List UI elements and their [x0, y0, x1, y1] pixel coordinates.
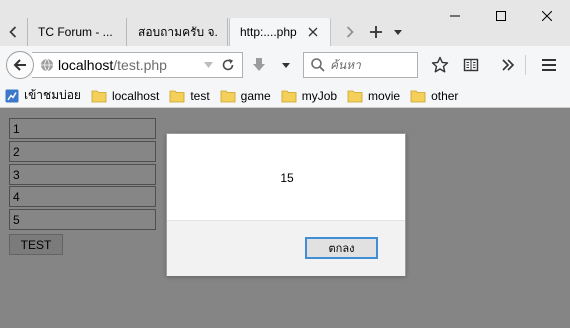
test-button[interactable]: TEST	[9, 234, 63, 255]
folder-icon	[91, 90, 107, 102]
globe-icon	[41, 58, 53, 72]
tab-label: สอบถามครับ จ...	[138, 24, 217, 39]
plus-icon	[370, 26, 382, 38]
ok-button[interactable]: ตกลง	[305, 237, 378, 259]
number-input-3[interactable]	[9, 164, 156, 185]
url-host: localhost	[58, 57, 114, 73]
close-icon	[542, 10, 552, 21]
chevron-right-icon	[346, 26, 354, 38]
hamburger-icon	[542, 59, 556, 71]
open-menu-button[interactable]	[539, 55, 559, 75]
reload-icon	[222, 59, 234, 71]
downloads-menu-button[interactable]	[279, 55, 293, 75]
download-icon	[253, 58, 265, 71]
tab-question[interactable]: สอบถามครับ จ...	[128, 18, 228, 46]
maximize-window-button[interactable]	[478, 0, 524, 31]
folder-icon	[281, 90, 297, 102]
chevron-left-icon	[9, 26, 17, 38]
bookmark-folder-other[interactable]: other	[410, 86, 458, 106]
tab-label: http:....php	[240, 25, 297, 39]
bookmark-label: movie	[368, 88, 401, 103]
downloads-button[interactable]	[248, 55, 270, 75]
bookmark-folder-myjob[interactable]: myJob	[281, 86, 337, 106]
search-icon	[311, 58, 325, 72]
number-input-5[interactable]	[9, 209, 156, 230]
double-chevron-right-icon	[502, 59, 515, 71]
number-input-2[interactable]	[9, 141, 156, 162]
alert-footer: ตกลง	[167, 220, 405, 276]
url-path: /test.php	[113, 57, 167, 73]
bookmarks-library-button[interactable]	[461, 55, 481, 75]
url-bar[interactable]: localhost/test.php	[32, 52, 243, 78]
alert-dialog: 15 ตกลง	[166, 133, 406, 276]
library-icon	[463, 58, 479, 72]
url-text[interactable]: localhost/test.php	[58, 57, 201, 73]
back-button[interactable]	[6, 51, 34, 79]
most-visited-icon	[5, 89, 19, 102]
star-icon	[431, 56, 449, 73]
bookmark-label: other	[431, 88, 459, 103]
bookmark-folder-test[interactable]: test	[169, 86, 210, 106]
number-input-4[interactable]	[9, 186, 156, 207]
bookmarks-toolbar: เข้าชมบ่อย localhost test game myJob mov…	[0, 84, 570, 108]
bookmark-label: game	[240, 88, 271, 103]
reload-button[interactable]	[219, 56, 237, 74]
bookmark-folder-movie[interactable]: movie	[347, 86, 400, 106]
search-bar[interactable]	[303, 52, 418, 78]
bookmark-folder-localhost[interactable]: localhost	[91, 86, 159, 106]
tab-tc-forum[interactable]: TC Forum - ...	[27, 18, 127, 46]
tab-scroll-right-button[interactable]	[342, 22, 358, 42]
folder-icon	[220, 90, 236, 102]
toolbar-separator	[525, 55, 526, 75]
close-window-button[interactable]	[524, 0, 570, 31]
tab-scroll-left-button[interactable]	[2, 18, 24, 46]
toolbar-overflow-button[interactable]	[498, 55, 518, 75]
minimize-window-button[interactable]	[432, 0, 478, 31]
bookmark-label: myJob	[301, 88, 338, 103]
minimize-icon	[450, 15, 460, 16]
bookmark-label: test	[190, 88, 210, 103]
bookmark-label: เข้าชมบ่อย	[24, 88, 81, 102]
tab-strip: TC Forum - ... สอบถามครับ จ... http:....…	[0, 0, 570, 46]
triangle-down-icon	[282, 62, 290, 68]
folder-icon	[347, 90, 363, 102]
history-dropmarker-icon[interactable]	[201, 58, 215, 72]
tab-active[interactable]: http:....php	[229, 18, 331, 46]
bookmark-most-visited[interactable]: เข้าชมบ่อย	[5, 86, 81, 106]
navigation-toolbar: localhost/test.php	[0, 46, 570, 84]
search-input[interactable]	[330, 58, 416, 72]
maximize-icon	[496, 10, 506, 21]
folder-icon	[410, 90, 426, 102]
alert-message: 15	[280, 171, 294, 185]
bookmark-label: localhost	[111, 88, 160, 103]
number-input-1[interactable]	[9, 118, 156, 139]
page-content: TEST 15 ตกลง	[0, 108, 570, 328]
tab-list-button[interactable]	[391, 24, 405, 40]
new-tab-button[interactable]	[366, 21, 386, 43]
triangle-down-icon	[394, 29, 402, 35]
folder-icon	[169, 90, 185, 102]
bookmark-star-button[interactable]	[430, 55, 450, 75]
close-tab-icon[interactable]	[306, 25, 320, 39]
arrow-left-icon	[13, 59, 26, 71]
bookmark-folder-game[interactable]: game	[220, 86, 271, 106]
tab-label: TC Forum - ...	[38, 25, 113, 39]
